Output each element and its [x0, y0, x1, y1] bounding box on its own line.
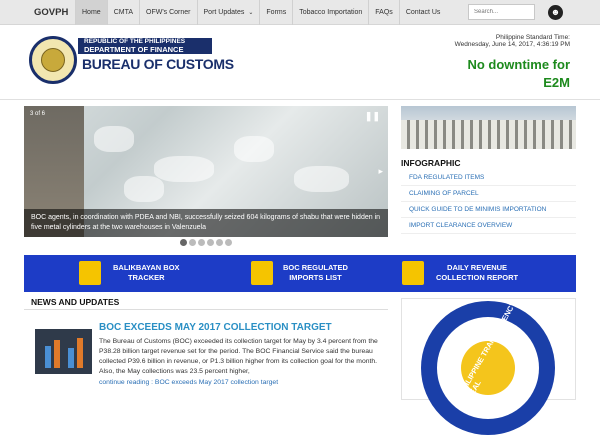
thumb-bar: [54, 340, 60, 368]
infographic-link[interactable]: CLAIMING OF PARCEL: [401, 186, 576, 202]
thumb-bar: [68, 348, 74, 368]
nav-tobacco-importation[interactable]: Tobacco Importation: [292, 0, 368, 25]
box-icon: [79, 261, 101, 285]
slider-dot[interactable]: [180, 239, 187, 246]
nav-contact-us-label: Contact Us: [405, 9, 441, 16]
thumb-bar: [77, 338, 83, 368]
site-header: REPUBLIC OF THE PHILIPPINES DEPARTMENT O…: [0, 26, 600, 100]
nav-forms[interactable]: Forms: [259, 0, 292, 25]
balikbayan-line1: BALIKBAYAN BOX: [113, 263, 180, 272]
pause-icon[interactable]: ❚❚: [365, 111, 380, 122]
slide-caption: BOC agents, in coordination with PDEA an…: [24, 209, 388, 237]
slider-dot[interactable]: [189, 239, 196, 246]
transparency-seal[interactable]: PHILIPPINE TRANSPARENCY SEAL: [421, 300, 555, 435]
seal-emblem: [41, 48, 65, 72]
nav-tobacco-importation-label: Tobacco Importation: [299, 9, 363, 16]
building-columns: [401, 120, 576, 149]
balikbayan-line2: TRACKER: [127, 273, 165, 282]
main-menu: Home CMTA OFW's Corner Port Updates ⌄ For…: [75, 0, 446, 25]
balikbayan-box-tracker-label: BALIKBAYAN BOX TRACKER: [113, 263, 180, 283]
chevron-down-icon: ⌄: [248, 10, 254, 16]
continue-reading-link[interactable]: continue reading : BOC exceeds May 2017 …: [99, 379, 278, 386]
nav-forms-label: Forms: [266, 9, 287, 16]
boc-regulated-imports-label: BOC REGULATED IMPORTS LIST: [283, 263, 348, 283]
infographic-heading: INFOGRAPHIC: [401, 158, 461, 168]
news-heading: NEWS AND UPDATES: [31, 297, 120, 307]
revenue-line1: DAILY REVENUE: [447, 263, 508, 272]
accessibility-icon[interactable]: ☻: [548, 5, 563, 20]
customs-building-photo: [401, 106, 576, 149]
slider-dot[interactable]: [198, 239, 205, 246]
nav-home-label: Home: [82, 9, 101, 16]
slide-counter: 3 of 6: [30, 111, 46, 117]
nav-ofws-corner[interactable]: OFW's Corner: [139, 0, 197, 25]
quick-links-banner: BALIKBAYAN BOX TRACKER BOC REGULATED IMPOR…: [24, 255, 576, 292]
e2m-downtime-notice: No downtime for E2M: [467, 57, 570, 90]
infographic-link[interactable]: FDA REGULATED ITEMS: [401, 170, 576, 186]
slide-photo-detail: [234, 136, 274, 162]
nav-port-updates-label: Port Updates: [203, 9, 245, 16]
infographic-link[interactable]: QUICK GUIDE TO DE MINIMIS IMPORTATION: [401, 202, 576, 218]
thumb-bar: [45, 346, 51, 368]
pst-label: Philippine Standard Time:: [495, 34, 570, 41]
nav-contact-us[interactable]: Contact Us: [398, 0, 447, 25]
news-article-excerpt: The Bureau of Customs (BOC) exceeded its…: [99, 338, 378, 375]
slide-photo-detail: [124, 176, 164, 202]
slide-photo-detail: [294, 166, 349, 192]
slider-dot[interactable]: [225, 239, 232, 246]
pst-clock: Wednesday, June 14, 2017, 4:36:19 PM: [454, 41, 570, 48]
slider-dot[interactable]: [216, 239, 223, 246]
nav-port-updates[interactable]: Port Updates ⌄: [196, 0, 260, 25]
news-article-title[interactable]: BOC EXCEEDS MAY 2017 COLLECTION TARGET: [99, 322, 332, 333]
slide-photo-detail: [94, 126, 134, 152]
logo-line-dof: DEPARTMENT OF FINANCE: [84, 45, 184, 54]
slider-pagination: [180, 239, 232, 246]
news-divider: [24, 309, 388, 310]
nav-ofws-corner-label: OFW's Corner: [146, 9, 191, 16]
logo-line-republic: REPUBLIC OF THE PHILIPPINES: [84, 38, 186, 45]
news-slider[interactable]: 3 of 6 ❚❚ ▸ BOC agents, in coordination …: [24, 106, 388, 237]
boc-seal-logo[interactable]: [29, 36, 77, 84]
daily-revenue-label: DAILY REVENUE COLLECTION REPORT: [436, 263, 518, 283]
govph-brand-link[interactable]: GOVPH: [34, 0, 68, 25]
revenue-line2: COLLECTION REPORT: [436, 273, 519, 282]
clipboard-icon: [251, 261, 273, 285]
news-thumbnail[interactable]: [35, 329, 92, 374]
logo-line-boc[interactable]: BUREAU OF CUSTOMS: [82, 56, 234, 72]
search-input[interactable]: [468, 4, 535, 20]
slide-photo-detail: [154, 156, 214, 182]
nav-cmta[interactable]: CMTA: [106, 0, 139, 25]
chevron-right-icon[interactable]: ▸: [378, 166, 383, 177]
regulated-line1: BOC REGULATED: [283, 263, 348, 272]
infographic-link[interactable]: IMPORT CLEARANCE OVERVIEW: [401, 218, 576, 234]
nav-home[interactable]: Home: [75, 0, 107, 25]
nav-cmta-label: CMTA: [113, 9, 133, 16]
top-navbar: GOVPH Home CMTA OFW's Corner Port Update…: [0, 0, 600, 25]
checklist-icon: [402, 261, 424, 285]
slider-dot[interactable]: [207, 239, 214, 246]
regulated-line2: IMPORTS LIST: [289, 273, 342, 282]
infographic-list: FDA REGULATED ITEMS CLAIMING OF PARCEL Q…: [401, 170, 576, 234]
nav-faqs[interactable]: FAQs: [368, 0, 399, 25]
nav-faqs-label: FAQs: [375, 9, 393, 16]
